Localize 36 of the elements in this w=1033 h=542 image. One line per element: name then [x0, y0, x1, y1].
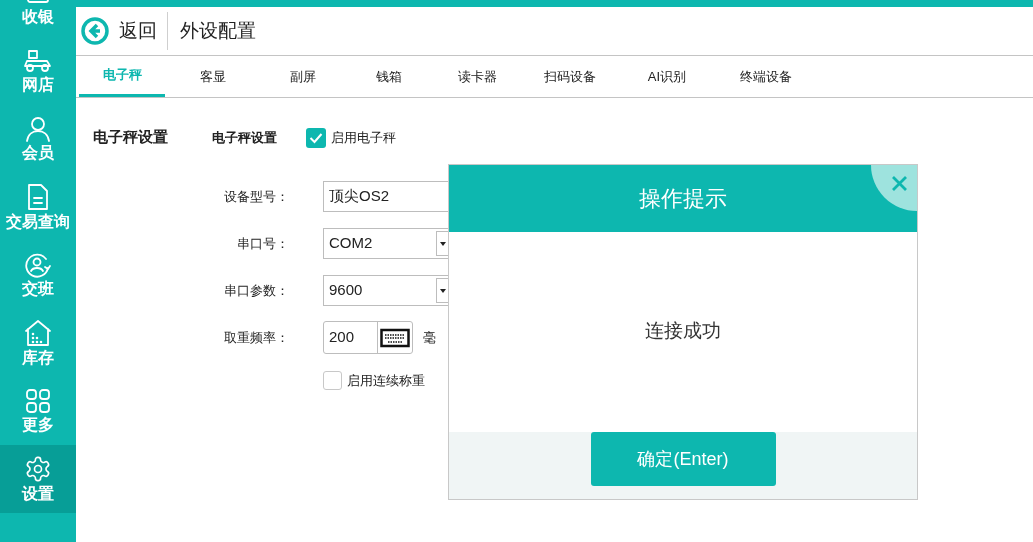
- tab[interactable]: 钱箱: [346, 56, 432, 97]
- section-title: 电子秤设置: [93, 127, 169, 147]
- field-label: 取重频率：: [223, 328, 289, 347]
- field-label: 串口号：: [236, 234, 289, 253]
- unit-label: 毫: [423, 328, 436, 347]
- document-icon: [26, 183, 50, 211]
- back-button[interactable]: 返回: [81, 12, 168, 50]
- grid-icon: [25, 388, 51, 414]
- checkmark-icon: [309, 132, 323, 144]
- checkbox-label: 启用电子秤: [331, 129, 396, 148]
- keyboard-icon: [380, 327, 410, 348]
- person-swap-icon: [24, 252, 52, 278]
- dialog-message: 连接成功: [645, 318, 721, 343]
- warehouse-icon: [23, 319, 53, 347]
- person-icon: [25, 116, 51, 142]
- subsection-title: 电子秤设置: [212, 129, 278, 148]
- close-icon: [891, 175, 908, 192]
- tab[interactable]: 扫码设备: [522, 56, 618, 97]
- tab[interactable]: 读卡器: [432, 56, 522, 97]
- field-label: 设备型号：: [223, 187, 289, 206]
- caret-icon: [440, 288, 446, 293]
- checkbox-label: 启用连续称重: [347, 372, 425, 390]
- dialog-title: 操作提示: [639, 185, 727, 213]
- tab[interactable]: 副屏: [260, 56, 346, 97]
- checkbox[interactable]: [323, 371, 342, 391]
- field-label: 串口参数：: [223, 281, 289, 300]
- page-title: 外设配置: [180, 18, 256, 43]
- caret-icon: [440, 241, 446, 246]
- input-field[interactable]: 200: [323, 321, 413, 354]
- scooter-icon: [23, 48, 53, 74]
- tab[interactable]: 终端设备: [716, 56, 816, 97]
- settings-icon: [24, 455, 52, 483]
- checkbox[interactable]: [306, 128, 326, 148]
- tab[interactable]: AI识别: [618, 56, 716, 97]
- tab[interactable]: 客显: [165, 56, 260, 97]
- keyboard-button[interactable]: [377, 322, 412, 353]
